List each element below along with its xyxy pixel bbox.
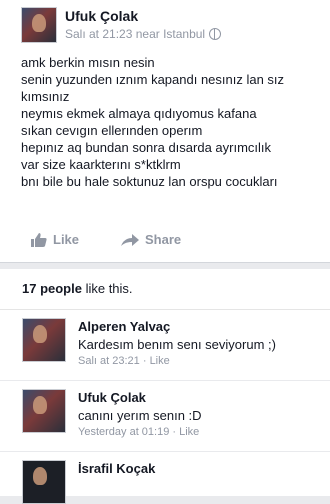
author-avatar[interactable]: [21, 7, 57, 43]
post-line: sıkan cevıgın ellerınden operım: [21, 123, 203, 138]
post-line: bnı bile bu hale soktunuz lan orspu cocu…: [21, 174, 278, 189]
post-meta: Salı at 21:23 near Istanbul: [65, 27, 222, 41]
post-line: var size kaarkterını s*ktklrm: [21, 157, 181, 172]
commenter-name[interactable]: Alperen Yalvaç: [78, 319, 170, 334]
post-card: Ufuk Çolak Salı at 21:23 near Istanbul a…: [0, 0, 330, 263]
commenter-avatar[interactable]: [22, 318, 66, 362]
comment-like-link[interactable]: Like: [150, 355, 170, 367]
post-author[interactable]: Ufuk Çolak: [65, 8, 138, 24]
commenter-name[interactable]: İsrafil Koçak: [78, 461, 155, 476]
like-label: Like: [53, 232, 80, 247]
commenter-name[interactable]: Ufuk Çolak: [78, 390, 146, 405]
comment-separator: ·: [169, 426, 180, 438]
comment-item: İsrafil Koçak: [0, 452, 330, 504]
thumbs-up-icon: [31, 232, 47, 247]
post-line: neymıs ekmek almaya qıdıyomus kafana: [21, 106, 257, 121]
post-timestamp[interactable]: Salı at 21:23 near Istanbul: [65, 27, 205, 41]
comment-time[interactable]: Yesterday at 01:19: [78, 426, 169, 438]
globe-icon: [209, 28, 222, 40]
post-line: hepınız aq bundan sonra dısarda ayrımcıl…: [21, 140, 272, 155]
comment-text: canını yerım senın :D: [78, 408, 202, 423]
post-line: senin yuzunden ıznım kapandı nesınız lan…: [21, 72, 285, 87]
likes-suffix: like this.: [81, 281, 133, 296]
likes-count[interactable]: 17 people: [22, 281, 82, 296]
comment-meta: Salı at 23:21 · Like: [78, 355, 170, 367]
commenter-avatar[interactable]: [22, 389, 66, 433]
comment-item: Alperen Yalvaç Kardesım benım senı seviy…: [0, 310, 330, 381]
likes-text: 17 people like this.: [22, 281, 133, 296]
share-arrow-icon: [121, 233, 139, 246]
share-button[interactable]: Share: [121, 232, 181, 247]
comment-item: Ufuk Çolak canını yerım senın :D Yesterd…: [0, 381, 330, 452]
post-line: kımsınız: [21, 89, 70, 104]
comment-meta: Yesterday at 01:19 · Like: [78, 426, 199, 438]
post-actions: Like Share: [0, 226, 330, 256]
comment-like-link[interactable]: Like: [179, 426, 199, 438]
likes-summary[interactable]: 17 people like this.: [0, 269, 330, 310]
like-button[interactable]: Like: [31, 232, 79, 247]
comment-separator: ·: [139, 355, 150, 367]
comment-text: Kardesım benım senı seviyorum ;): [78, 337, 276, 352]
post-text: amk berkin mısın nesin senin yuzunden ız…: [21, 54, 321, 190]
comment-time[interactable]: Salı at 23:21: [78, 355, 140, 367]
share-label: Share: [145, 232, 182, 247]
commenter-avatar[interactable]: [22, 460, 66, 504]
post-line: amk berkin mısın nesin: [21, 55, 155, 70]
